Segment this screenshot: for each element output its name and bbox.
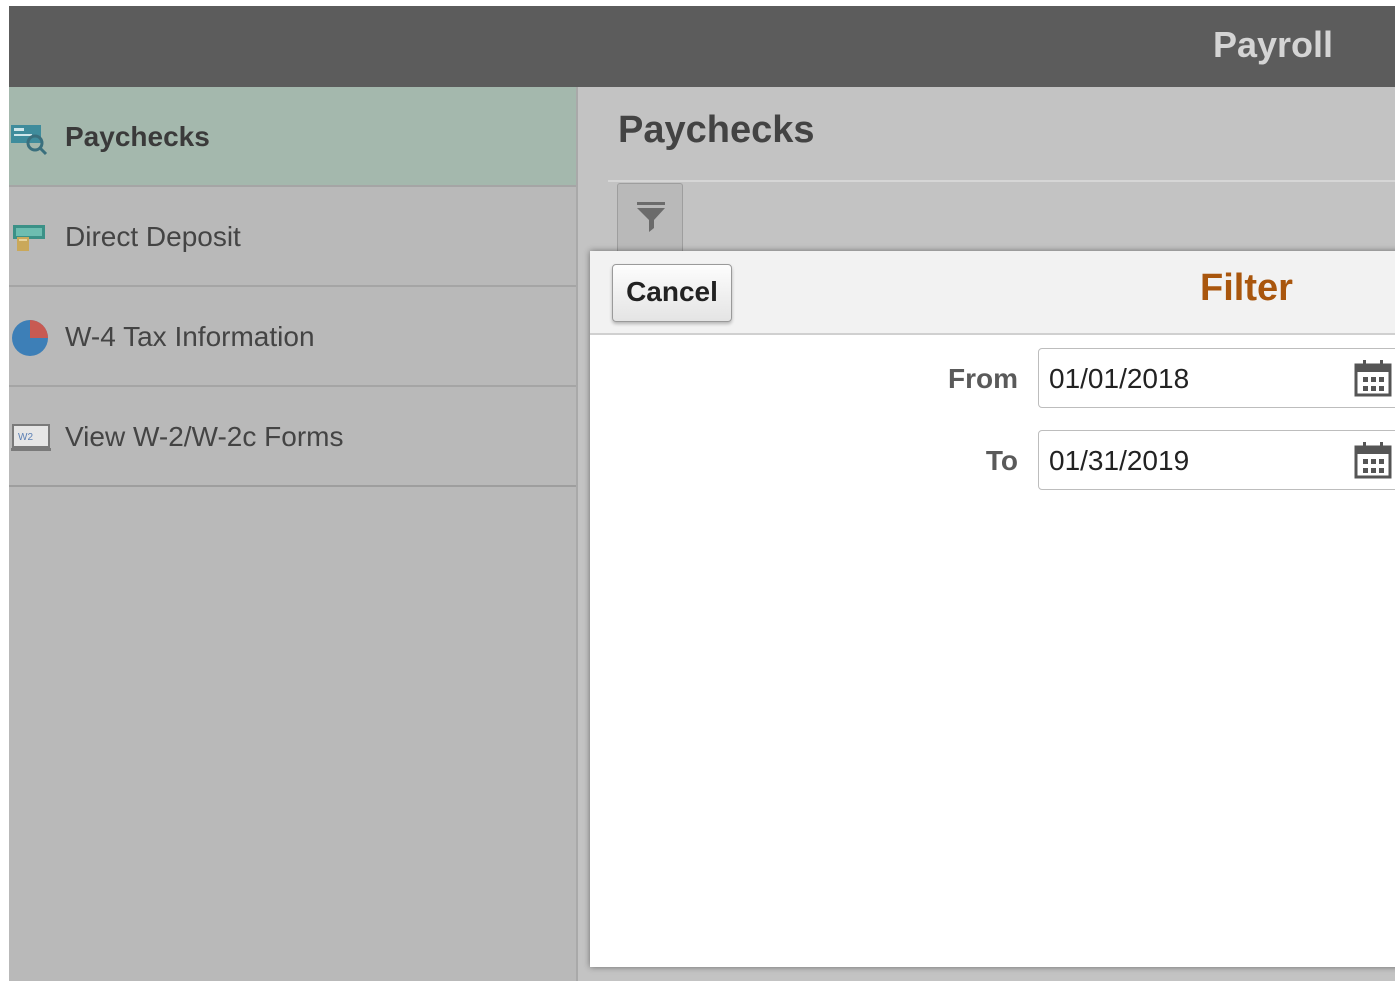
sidebar-item-w2-forms[interactable]: W2 View W-2/W-2c Forms [9,387,576,487]
money-icon [13,225,45,251]
sidebar-item-label: W-4 Tax Information [65,321,315,352]
sidebar-item-w4-tax-information[interactable]: W-4 Tax Information [9,287,576,387]
modal-title: Filter [1200,267,1293,309]
app-header: Payroll [9,6,1395,87]
pie-chart-icon [12,320,48,356]
sidebar-item-label: Paychecks [65,121,210,152]
sidebar-item-label: View W-2/W-2c Forms [65,421,344,452]
paycheck-search-icon [11,125,48,156]
to-label: To [985,445,1018,476]
calendar-icon[interactable] [1353,441,1393,481]
sidebar-item-direct-deposit[interactable]: Direct Deposit [9,187,576,287]
from-date-value: 01/01/2018 [1049,363,1190,394]
to-date-value: 01/31/2019 [1049,445,1190,476]
sidebar: Paychecks Direct Deposit W-4 Tax Informa… [9,87,578,981]
filter-button[interactable] [617,183,683,255]
modal-header: Cancel Filter [590,251,1395,335]
svg-text:W2: W2 [18,432,33,443]
sidebar-item-label: Direct Deposit [65,221,241,252]
sidebar-item-paychecks[interactable]: Paychecks [9,87,576,187]
header-title: Payroll [1212,24,1333,65]
w2-form-icon: W2 [11,424,51,451]
page-title: Paychecks [618,109,815,151]
filter-modal: Cancel Filter From 01/01/2018 To 01/31/2… [590,251,1395,967]
calendar-icon[interactable] [1353,359,1393,399]
to-date-field[interactable]: 01/31/2019 [1038,430,1395,490]
cancel-button[interactable]: Cancel [612,264,732,322]
from-label: From [948,363,1018,394]
filter-icon [637,202,665,232]
filter-bar-divider [608,180,1395,182]
from-date-field[interactable]: 01/01/2018 [1038,348,1395,408]
